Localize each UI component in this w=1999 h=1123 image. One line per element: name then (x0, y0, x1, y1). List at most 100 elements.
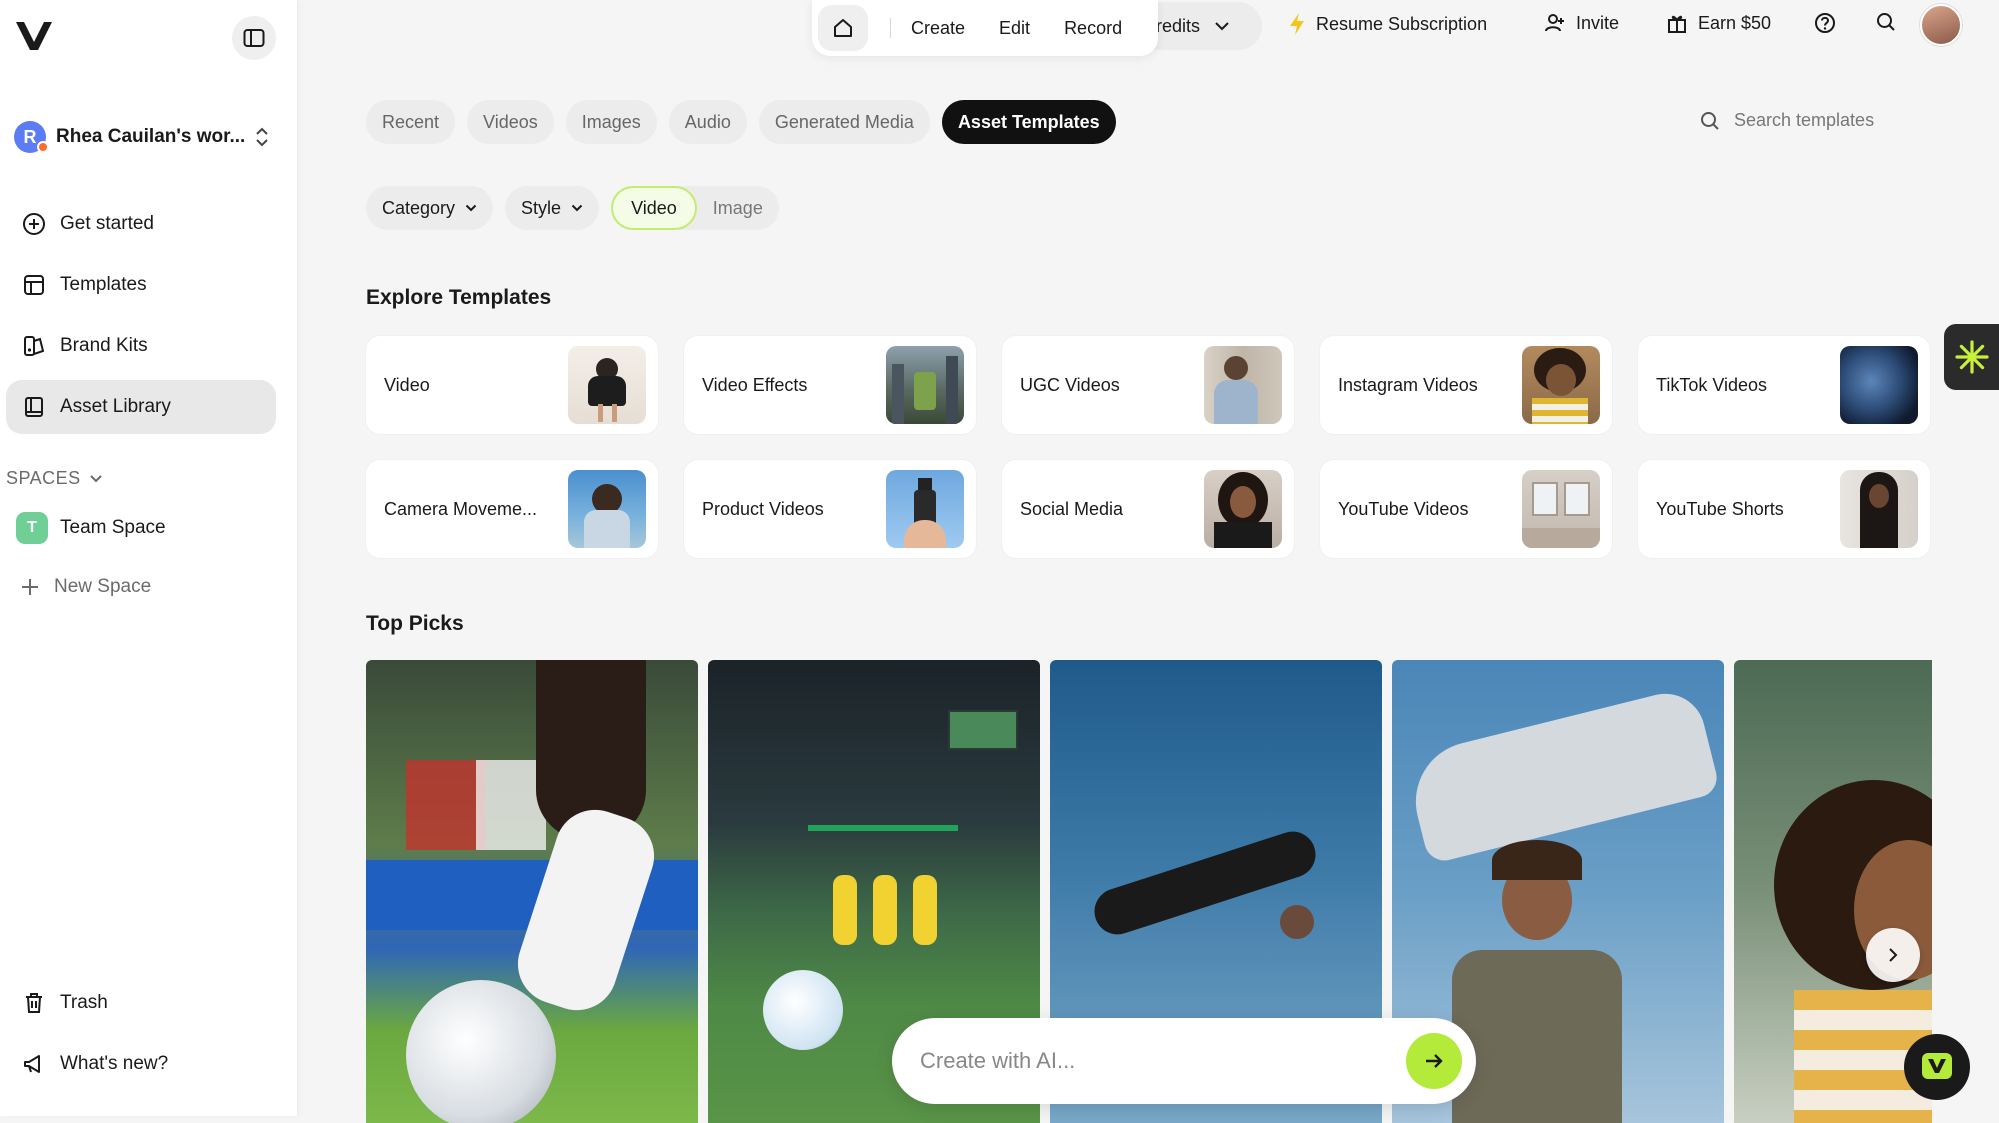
template-filters: Category Style Video Image (366, 186, 779, 230)
new-space-label: New Space (54, 576, 152, 597)
card-thumbnail (886, 346, 964, 424)
carousel-next-button[interactable] (1866, 928, 1920, 982)
user-avatar[interactable] (1920, 4, 1962, 46)
sidebar-item-label: Brand Kits (60, 335, 148, 356)
templates-icon (24, 275, 44, 295)
media-type-image[interactable]: Image (713, 198, 763, 219)
style-dropdown[interactable]: Style (505, 186, 600, 230)
plus-circle-icon (23, 213, 45, 235)
sidebar: R Rhea Cauilan's wor... Get started Temp… (0, 0, 298, 1116)
app-logo[interactable] (14, 18, 54, 54)
search-icon (1701, 111, 1719, 130)
invite-label: Invite (1576, 12, 1620, 33)
create-with-ai-input[interactable] (920, 1048, 1406, 1074)
menu-create[interactable]: Create (911, 18, 965, 39)
chat-logo-icon (1922, 1053, 1952, 1079)
sidebar-item-label: What's new? (60, 1053, 169, 1074)
earn-label: Earn $50 (1698, 12, 1772, 33)
template-card-youtube-videos[interactable]: YouTube Videos (1320, 460, 1612, 558)
template-card-product-videos[interactable]: Product Videos (684, 460, 976, 558)
sidebar-item-label: Asset Library (60, 396, 171, 417)
tab-audio[interactable]: Audio (668, 100, 747, 144)
chevron-updown-icon (256, 127, 269, 147)
card-label: UGC Videos (1020, 374, 1120, 395)
category-dropdown[interactable]: Category (366, 186, 494, 230)
gift-icon (1668, 15, 1686, 33)
template-card-youtube-shorts[interactable]: YouTube Shorts (1638, 460, 1930, 558)
sidebar-item-label: Get started (60, 213, 154, 234)
top-picks-title: Top Picks (366, 612, 464, 635)
sidebar-item-label: Trash (60, 992, 108, 1013)
sidebar-item-asset-library[interactable]: Asset Library (6, 380, 276, 434)
search-templates[interactable]: Search templates (1700, 110, 1874, 131)
sidebar-item-whats-new[interactable]: What's new? (6, 1037, 276, 1091)
style-label: Style (521, 197, 562, 218)
search-templates-placeholder: Search templates (1734, 110, 1875, 130)
chat-support-button[interactable] (1904, 1034, 1970, 1100)
home-button[interactable] (818, 5, 868, 51)
resume-label: Resume Subscription (1316, 13, 1488, 34)
card-label: YouTube Shorts (1656, 498, 1784, 519)
invite-button[interactable]: Invite (1544, 12, 1619, 34)
top-menu: Create Edit Record (812, 0, 1158, 56)
ai-submit-button[interactable] (1406, 1033, 1462, 1089)
global-search-button[interactable] (1876, 12, 1896, 32)
top-pick-card-selfie[interactable] (1734, 660, 1932, 1123)
card-label: Product Videos (702, 498, 824, 519)
sidebar-item-team-space[interactable]: T Team Space (16, 512, 166, 544)
tab-recent[interactable]: Recent (366, 100, 456, 144)
library-icon (25, 397, 43, 417)
sidebar-item-get-started[interactable]: Get started (6, 197, 276, 251)
card-thumbnail (1522, 346, 1600, 424)
template-card-ugc-videos[interactable]: UGC Videos (1002, 336, 1294, 434)
side-sparkle-widget[interactable] (1944, 324, 1999, 390)
divider (890, 18, 891, 38)
sidebar-item-trash[interactable]: Trash (6, 976, 276, 1030)
menu-edit[interactable]: Edit (999, 18, 1030, 39)
card-label: YouTube Videos (1338, 498, 1469, 519)
new-space-button[interactable]: New Space (20, 576, 151, 598)
card-thumbnail (1204, 346, 1282, 424)
card-label: TikTok Videos (1656, 374, 1768, 395)
workspace-name: Rhea Cauilan's wor... (56, 126, 246, 147)
resume-subscription-link[interactable]: Resume Subscription (1288, 12, 1487, 36)
chevron-down-icon (571, 204, 583, 212)
workspace-avatar: R (14, 121, 49, 153)
earn-referral-button[interactable]: Earn $50 (1666, 12, 1771, 34)
template-card-tiktok-videos[interactable]: TikTok Videos (1638, 336, 1930, 434)
chevron-right-icon (1889, 948, 1898, 962)
sidebar-toggle-icon (243, 29, 265, 47)
spaces-section-toggle[interactable]: SPACES (6, 468, 103, 489)
template-card-video[interactable]: Video (366, 336, 658, 434)
asset-tabs: Recent Videos Images Audio Generated Med… (366, 100, 1116, 144)
tab-asset-templates[interactable]: Asset Templates (941, 100, 1116, 144)
tab-videos[interactable]: Videos (467, 100, 554, 144)
media-type-toggle: Video Image (611, 186, 779, 230)
menu-record[interactable]: Record (1064, 18, 1122, 39)
card-label: Instagram Videos (1338, 374, 1478, 395)
workspace-switcher[interactable]: R Rhea Cauilan's wor... (14, 120, 270, 154)
help-button[interactable] (1814, 12, 1836, 34)
lightning-icon (1290, 13, 1304, 35)
template-card-camera-movement[interactable]: Camera Moveme... (366, 460, 658, 558)
card-label: Social Media (1020, 498, 1124, 519)
template-card-video-effects[interactable]: Video Effects (684, 336, 976, 434)
tab-generated-media[interactable]: Generated Media (758, 100, 930, 144)
template-card-social-media[interactable]: Social Media (1002, 460, 1294, 558)
sidebar-item-brand-kits[interactable]: Brand Kits (6, 319, 276, 373)
help-icon (1815, 13, 1835, 33)
card-label: Video Effects (702, 374, 808, 395)
template-card-instagram-videos[interactable]: Instagram Videos (1320, 336, 1612, 434)
chevron-down-icon (465, 204, 477, 212)
card-thumbnail (886, 470, 964, 548)
top-pick-card-soccer-kick[interactable] (366, 660, 698, 1123)
brand-kit-icon (24, 336, 45, 356)
card-thumbnail (1522, 470, 1600, 548)
card-thumbnail (1840, 470, 1918, 548)
chevron-down-icon (89, 474, 102, 482)
tab-images[interactable]: Images (565, 100, 657, 144)
sidebar-toggle-button[interactable] (232, 16, 276, 60)
sidebar-item-templates[interactable]: Templates (6, 258, 276, 312)
media-type-video[interactable]: Video (611, 186, 697, 230)
credits-label: redits (1156, 15, 1201, 36)
